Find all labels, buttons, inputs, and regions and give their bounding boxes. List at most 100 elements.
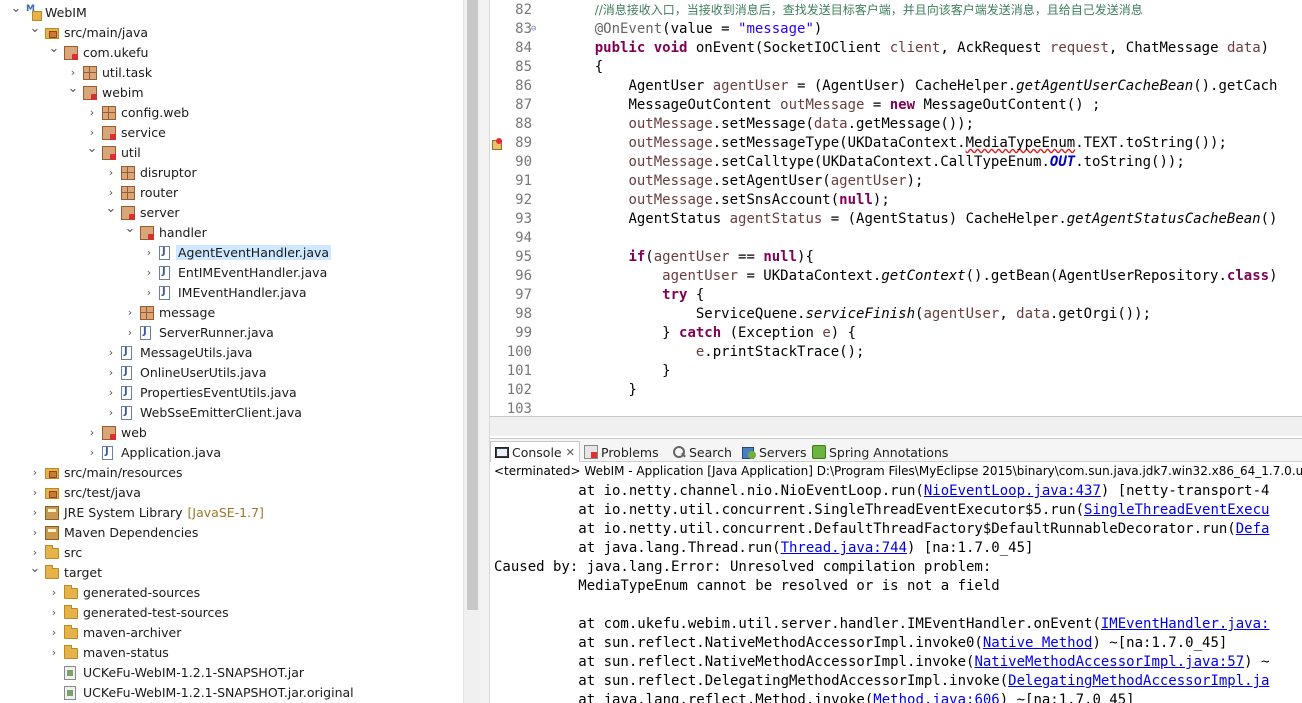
tree-item[interactable]: › config.web bbox=[0, 103, 463, 123]
chevron-right-icon[interactable]: › bbox=[105, 407, 117, 419]
code-line[interactable]: 98 ServiceQuene.serviceFinish(agentUser,… bbox=[490, 305, 1302, 324]
tree-item[interactable]: › src/test/java bbox=[0, 483, 463, 503]
code-line[interactable]: 87 MessageOutContent outMessage = new Me… bbox=[490, 96, 1302, 115]
code-line[interactable]: 100 e.printStackTrace(); bbox=[490, 343, 1302, 362]
close-icon[interactable]: ✕ bbox=[566, 446, 575, 459]
tree-item[interactable]: › message bbox=[0, 303, 463, 323]
tree-item[interactable]: ⌄ util bbox=[0, 142, 463, 163]
tree-item[interactable]: UCKeFu-WebIM-1.2.1-SNAPSHOT.jar bbox=[0, 663, 463, 683]
chevron-right-icon[interactable]: › bbox=[124, 307, 136, 319]
chevron-down-icon[interactable]: ⌄ bbox=[29, 22, 41, 35]
tree-item[interactable]: › util.task bbox=[0, 63, 463, 83]
chevron-down-icon[interactable]: ⌄ bbox=[29, 562, 41, 575]
code-line[interactable]: 86 AgentUser agentUser = (AgentUser) Cac… bbox=[490, 77, 1302, 96]
chevron-down-icon[interactable]: ⌄ bbox=[105, 202, 117, 215]
error-marker-icon[interactable] bbox=[492, 138, 502, 150]
tree-item[interactable]: › ServerRunner.java bbox=[0, 323, 463, 343]
tree-item[interactable]: › generated-sources bbox=[0, 583, 463, 603]
stacktrace-link[interactable]: DelegatingMethodAccessorImpl.ja bbox=[1008, 673, 1269, 689]
tree-item[interactable]: › PropertiesEventUtils.java bbox=[0, 383, 463, 403]
code-line[interactable]: 92 outMessage.setSnsAccount(null); bbox=[490, 191, 1302, 210]
code-line[interactable]: 83 ⊖ @OnEvent(value = "message") bbox=[490, 20, 1302, 39]
code-line[interactable]: 99 } catch (Exception e) { bbox=[490, 324, 1302, 343]
chevron-right-icon[interactable]: › bbox=[143, 247, 155, 259]
tree-item[interactable]: › maven-archiver bbox=[0, 623, 463, 643]
tab-console[interactable]: Console ✕ bbox=[490, 441, 580, 463]
chevron-down-icon[interactable]: ⌄ bbox=[86, 142, 98, 155]
stacktrace-link[interactable]: NioEventLoop.java:437 bbox=[924, 483, 1101, 499]
chevron-right-icon[interactable]: › bbox=[29, 507, 41, 519]
code-line[interactable]: 89 outMessage.setMessageType(UKDataConte… bbox=[490, 134, 1302, 153]
chevron-right-icon[interactable]: › bbox=[105, 387, 117, 399]
stacktrace-link[interactable]: Thread.java:744 bbox=[781, 540, 907, 556]
tree-item[interactable]: › JRE System Library [JavaSE-1.7] bbox=[0, 503, 463, 523]
chevron-right-icon[interactable]: › bbox=[67, 67, 79, 79]
chevron-right-icon[interactable]: › bbox=[48, 607, 60, 619]
chevron-right-icon[interactable]: › bbox=[105, 367, 117, 379]
tree-item[interactable]: › WebSseEmitterClient.java bbox=[0, 403, 463, 423]
code-line[interactable]: 101 } bbox=[490, 362, 1302, 381]
chevron-right-icon[interactable]: › bbox=[86, 127, 98, 139]
tree-item[interactable]: › MessageUtils.java bbox=[0, 343, 463, 363]
tab-servers[interactable]: Servers bbox=[738, 441, 811, 463]
stacktrace-link[interactable]: IMEventHandler.java: bbox=[1101, 616, 1270, 632]
tree-item[interactable]: ⌄ server bbox=[0, 202, 463, 223]
stacktrace-link[interactable]: Defa bbox=[1236, 521, 1270, 537]
chevron-down-icon[interactable]: ⌄ bbox=[48, 42, 60, 55]
chevron-down-icon[interactable]: ⌄ bbox=[10, 2, 22, 15]
tab-spring-annotations[interactable]: Spring Annotations bbox=[808, 441, 952, 463]
tree-item[interactable]: › maven-status bbox=[0, 643, 463, 663]
chevron-right-icon[interactable]: › bbox=[143, 287, 155, 299]
chevron-right-icon[interactable]: › bbox=[48, 587, 60, 599]
tree-item[interactable]: › IMEventHandler.java bbox=[0, 283, 463, 303]
tree-item[interactable]: ⌄ com.ukefu bbox=[0, 42, 463, 63]
chevron-right-icon[interactable]: › bbox=[29, 467, 41, 479]
tree-item[interactable]: › OnlineUserUtils.java bbox=[0, 363, 463, 383]
console-output[interactable]: at io.netty.channel.nio.NioEventLoop.run… bbox=[490, 481, 1302, 703]
tree-item[interactable]: ⌄ target bbox=[0, 562, 463, 583]
code-line[interactable]: 84 public void onEvent(SocketIOClient cl… bbox=[490, 39, 1302, 58]
tree-item[interactable]: › router bbox=[0, 183, 463, 203]
chevron-right-icon[interactable]: › bbox=[48, 647, 60, 659]
code-line[interactable]: 94 bbox=[490, 229, 1302, 248]
chevron-right-icon[interactable]: › bbox=[105, 167, 117, 179]
explorer-scroll-thumb[interactable] bbox=[467, 0, 478, 610]
tree-item[interactable]: › disruptor bbox=[0, 163, 463, 183]
chevron-right-icon[interactable]: › bbox=[124, 327, 136, 339]
fold-toggle-icon[interactable]: ⊖ bbox=[531, 20, 536, 39]
chevron-right-icon[interactable]: › bbox=[29, 487, 41, 499]
code-line[interactable]: 97 try { bbox=[490, 286, 1302, 305]
code-line[interactable]: 103 bbox=[490, 400, 1302, 416]
tree-item[interactable]: › generated-test-sources bbox=[0, 603, 463, 623]
code-line[interactable]: 95 if(agentUser == null){ bbox=[490, 248, 1302, 267]
tree-item[interactable]: ⌄ handler bbox=[0, 222, 463, 243]
code-line[interactable]: 91 outMessage.setAgentUser(agentUser); bbox=[490, 172, 1302, 191]
tree-item[interactable]: › src bbox=[0, 543, 463, 563]
chevron-right-icon[interactable]: › bbox=[105, 347, 117, 359]
code-line[interactable]: 90 outMessage.setCalltype(UKDataContext.… bbox=[490, 153, 1302, 172]
chevron-right-icon[interactable]: › bbox=[29, 527, 41, 539]
tree-item[interactable]: › AgentEventHandler.java bbox=[0, 243, 463, 263]
chevron-right-icon[interactable]: › bbox=[105, 187, 117, 199]
explorer-scrollbar[interactable] bbox=[463, 0, 480, 703]
tab-problems[interactable]: Problems bbox=[580, 441, 663, 463]
chevron-right-icon[interactable]: › bbox=[48, 627, 60, 639]
chevron-right-icon[interactable]: › bbox=[86, 447, 98, 459]
chevron-right-icon[interactable]: › bbox=[86, 107, 98, 119]
chevron-right-icon[interactable]: › bbox=[143, 267, 155, 279]
stacktrace-link[interactable]: Method.java:606 bbox=[873, 692, 999, 703]
code-line[interactable]: 93 AgentStatus agentStatus = (AgentStatu… bbox=[490, 210, 1302, 229]
tree-item[interactable]: › Application.java bbox=[0, 443, 463, 463]
tree-item[interactable]: › EntIMEventHandler.java bbox=[0, 263, 463, 283]
stacktrace-link[interactable]: SingleThreadEventExecu bbox=[1084, 502, 1269, 518]
view-divider[interactable] bbox=[480, 0, 490, 703]
code-line[interactable]: 82 //消息接收入口，当接收到消息后，查找发送目标客户端，并且向该客户端发送消… bbox=[490, 1, 1302, 20]
code-editor[interactable]: 82 //消息接收入口，当接收到消息后，查找发送目标客户端，并且向该客户端发送消… bbox=[490, 0, 1302, 416]
tree-item[interactable]: › Maven Dependencies bbox=[0, 523, 463, 543]
code-line[interactable]: 102 } bbox=[490, 381, 1302, 400]
tree-item[interactable]: › web bbox=[0, 423, 463, 443]
code-line[interactable]: 85 { bbox=[490, 58, 1302, 77]
code-line[interactable]: 96 agentUser = UKDataContext.getContext(… bbox=[490, 267, 1302, 286]
tab-search[interactable]: Search bbox=[668, 441, 736, 463]
tree-item[interactable]: › service bbox=[0, 123, 463, 143]
